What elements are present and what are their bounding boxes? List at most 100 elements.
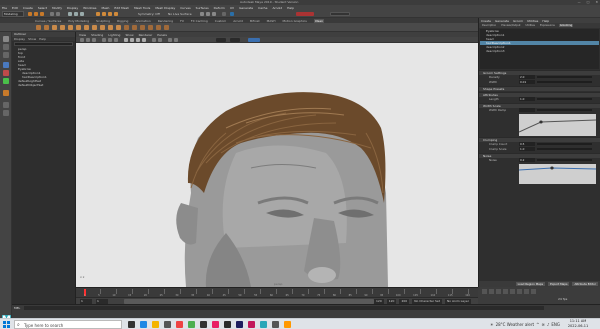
xgen-button-attribute-editor[interactable]: Attribute Editor bbox=[572, 282, 598, 286]
width-ramp-graph[interactable] bbox=[518, 114, 597, 136]
menu-edit[interactable]: Edit bbox=[12, 6, 18, 10]
play-backwards-icon[interactable] bbox=[503, 289, 508, 294]
menu-set-selector[interactable]: Modeling bbox=[2, 11, 24, 17]
last-tool-icon[interactable] bbox=[3, 90, 9, 96]
smooth-shade-icon[interactable] bbox=[130, 38, 134, 42]
symmetry-label[interactable]: Symmetry: Off bbox=[138, 12, 160, 16]
resolution-gate-icon[interactable] bbox=[114, 38, 118, 42]
settings-icon[interactable] bbox=[272, 321, 279, 328]
language-indicator[interactable]: ENG bbox=[551, 322, 560, 327]
viewport-menu-renderer[interactable]: Renderer bbox=[139, 33, 153, 37]
select-tool-icon[interactable] bbox=[3, 36, 9, 42]
shelf-tab-fx[interactable]: FX bbox=[180, 19, 184, 23]
menu-windows[interactable]: Windows bbox=[83, 6, 96, 10]
xgen-tab-description[interactable]: Description bbox=[481, 24, 497, 27]
file-explorer-icon[interactable] bbox=[152, 321, 159, 328]
color-space-dropdown[interactable] bbox=[248, 38, 260, 42]
attr-slider[interactable] bbox=[537, 143, 592, 145]
attr-value-field[interactable] bbox=[519, 108, 535, 112]
shelf-tab-arnold[interactable]: Arnold bbox=[233, 19, 243, 23]
move-tool-icon[interactable] bbox=[3, 62, 9, 68]
preview-icon[interactable] bbox=[124, 25, 129, 30]
maximize-button[interactable]: □ bbox=[587, 0, 590, 4]
show-hidden-icons[interactable]: ^ bbox=[536, 322, 539, 327]
step-forward-key-icon[interactable] bbox=[524, 289, 529, 294]
bookmark-icon[interactable] bbox=[92, 38, 96, 42]
xgen-tab-utilities[interactable]: Utilities bbox=[525, 24, 536, 27]
bend-guide-icon[interactable] bbox=[100, 25, 105, 30]
groom-brush-icon[interactable] bbox=[148, 25, 153, 30]
step-forward-frame-icon[interactable] bbox=[517, 289, 522, 294]
ambient-occlusion-icon[interactable] bbox=[158, 38, 162, 42]
arnold-render-icon[interactable] bbox=[230, 12, 234, 16]
time-slider[interactable]: 1 5 10 15 20 25 30 35 40 45 50 55 60 65 70 75 80 85 90 95 10… bbox=[76, 287, 478, 297]
menu-cache[interactable]: Cache bbox=[258, 6, 267, 10]
go-to-end-icon[interactable] bbox=[531, 289, 536, 294]
menu-deform[interactable]: Deform bbox=[214, 6, 225, 10]
mail-icon[interactable] bbox=[176, 321, 183, 328]
chrome-icon[interactable] bbox=[188, 321, 195, 328]
hypershade-icon[interactable] bbox=[222, 12, 226, 16]
shelf-tab-bifrost[interactable]: Bifrost bbox=[250, 19, 260, 23]
paint-select-tool-icon[interactable] bbox=[3, 52, 9, 58]
guide-to-curve-icon[interactable] bbox=[108, 25, 113, 30]
xgen-menu-generate[interactable]: Generate bbox=[495, 19, 509, 23]
attr-value-field[interactable]: 1.0 bbox=[519, 97, 535, 101]
normalize-guide-icon[interactable] bbox=[92, 25, 97, 30]
clear-preview-icon[interactable] bbox=[132, 25, 137, 30]
menu-mesh[interactable]: Mesh bbox=[102, 6, 110, 10]
snap-grid-icon[interactable] bbox=[96, 12, 100, 16]
edge-icon[interactable] bbox=[140, 321, 147, 328]
attr-slider[interactable] bbox=[537, 81, 592, 83]
snap-plane-icon[interactable] bbox=[114, 12, 118, 16]
menu-modify[interactable]: Modify bbox=[52, 6, 62, 10]
export-icon[interactable] bbox=[164, 25, 169, 30]
outliner-menu-display[interactable]: Display bbox=[14, 37, 25, 41]
shelf-tab-rigging[interactable]: Rigging bbox=[117, 19, 128, 23]
shelf-tab-motion-graphics[interactable]: Motion Graphics bbox=[282, 19, 306, 23]
fps-selector[interactable]: 24 fps bbox=[558, 297, 567, 301]
menu-arnold[interactable]: Arnold bbox=[272, 6, 282, 10]
select-hierarchy-icon[interactable] bbox=[68, 12, 72, 16]
taskbar-clock[interactable]: 11:11 AM 2022-06-11 bbox=[560, 319, 596, 329]
camera-attributes-icon[interactable] bbox=[86, 38, 90, 42]
viewport-menu-lighting[interactable]: Lighting bbox=[108, 33, 120, 37]
vlc-icon[interactable] bbox=[284, 321, 291, 328]
menu-uv[interactable]: UV bbox=[230, 6, 234, 10]
viewport-menu-shading[interactable]: Shading bbox=[91, 33, 103, 37]
camera-select-icon[interactable] bbox=[80, 38, 84, 42]
wireframe-icon[interactable] bbox=[124, 38, 128, 42]
xgen-button-export-maps[interactable]: Export Maps bbox=[548, 282, 570, 286]
curve-to-guide-icon[interactable] bbox=[116, 25, 121, 30]
shelf-tab-animation[interactable]: Animation bbox=[135, 19, 150, 23]
premiere-icon[interactable] bbox=[236, 321, 243, 328]
close-button[interactable]: ✕ bbox=[595, 0, 598, 4]
grid-toggle-icon[interactable] bbox=[102, 38, 106, 42]
xgen-tab-preview-output[interactable]: Preview/Output bbox=[500, 24, 521, 27]
cut-guide-icon[interactable] bbox=[84, 25, 89, 30]
isolate-select-icon[interactable] bbox=[168, 38, 172, 42]
terminal-icon[interactable] bbox=[224, 321, 231, 328]
sign-in-button[interactable] bbox=[296, 12, 314, 16]
xgen-editor-icon[interactable] bbox=[36, 25, 41, 30]
menu-display[interactable]: Display bbox=[67, 6, 78, 10]
outliner-search-input[interactable] bbox=[14, 42, 73, 46]
undo-icon[interactable] bbox=[50, 12, 54, 16]
xgen-button-load-region-maps[interactable]: Load Region Maps bbox=[515, 282, 546, 286]
snap-curve-icon[interactable] bbox=[102, 12, 106, 16]
ipr-render-icon[interactable] bbox=[206, 12, 210, 16]
add-guide-icon[interactable] bbox=[52, 25, 57, 30]
photos-icon[interactable] bbox=[200, 321, 207, 328]
description-list-item[interactable]: description3 bbox=[480, 49, 599, 53]
weather-icon[interactable]: ☀ bbox=[490, 322, 494, 327]
xgen-menu-utilities[interactable]: Utilities bbox=[527, 19, 538, 23]
lasso-tool-icon[interactable] bbox=[3, 44, 9, 50]
shelf-tab-fx-caching[interactable]: FX Caching bbox=[191, 19, 208, 23]
sculpt-guide-icon[interactable] bbox=[68, 25, 73, 30]
adobe-xd-icon[interactable] bbox=[248, 321, 255, 328]
redo-icon[interactable] bbox=[56, 12, 60, 16]
new-scene-icon[interactable] bbox=[28, 12, 32, 16]
menu-create[interactable]: Create bbox=[23, 6, 33, 10]
step-back-frame-icon[interactable] bbox=[496, 289, 501, 294]
xgen-menu-help[interactable]: Help bbox=[542, 19, 549, 23]
